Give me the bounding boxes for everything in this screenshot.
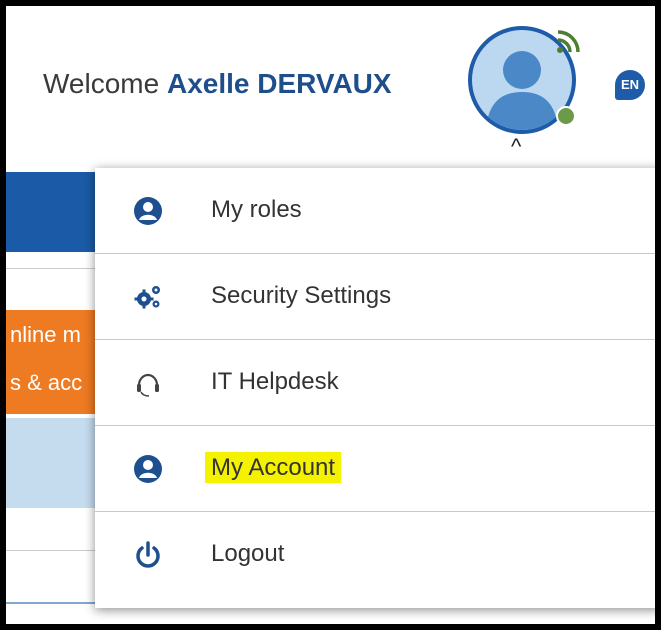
menu-item-label: Security Settings: [211, 282, 392, 309]
background-nav-bar: [6, 172, 106, 252]
menu-item-my-roles[interactable]: My roles: [95, 168, 655, 254]
background-divider: [6, 602, 106, 604]
gears-icon: [134, 286, 160, 309]
background-banner-text: s & acc: [10, 370, 83, 395]
background-divider: [6, 550, 106, 551]
highlighted-label: My Account: [205, 452, 342, 483]
menu-item-label: Logout: [211, 540, 285, 567]
background-blue-panel: [6, 418, 106, 508]
menu-item-label: IT Helpdesk: [211, 368, 339, 395]
background-orange-banner: nline m s & acc: [6, 310, 106, 414]
menu-item-label: My Account: [205, 452, 342, 483]
user-name: Axelle DERVAUX: [166, 68, 392, 99]
language-selector[interactable]: EN: [615, 70, 645, 100]
user-circle-icon: [134, 455, 162, 483]
welcome-text: Welcome Axelle DERVAUX: [43, 68, 392, 100]
menu-item-security-settings[interactable]: Security Settings: [95, 254, 655, 340]
menu-item-it-helpdesk[interactable]: IT Helpdesk: [95, 340, 655, 426]
app-frame: nline m s & acc Welcome Axelle DERVAUX ^…: [6, 6, 655, 624]
headset-icon: [137, 373, 159, 397]
menu-item-label: My roles: [211, 196, 302, 223]
user-circle-icon: [134, 197, 162, 225]
menu-item-logout[interactable]: Logout: [95, 512, 655, 598]
background-banner-text: nline m: [10, 322, 81, 347]
presence-status-dot: [556, 106, 576, 126]
signal-icon: [557, 30, 580, 53]
background-divider: [6, 268, 106, 269]
power-icon: [136, 541, 160, 568]
menu-item-my-account[interactable]: My Account: [95, 426, 655, 512]
chevron-up-icon[interactable]: ^: [511, 134, 521, 160]
welcome-prefix: Welcome: [43, 68, 160, 99]
user-dropdown-menu: My roles Security Settings IT Helpdesk M…: [95, 168, 655, 608]
